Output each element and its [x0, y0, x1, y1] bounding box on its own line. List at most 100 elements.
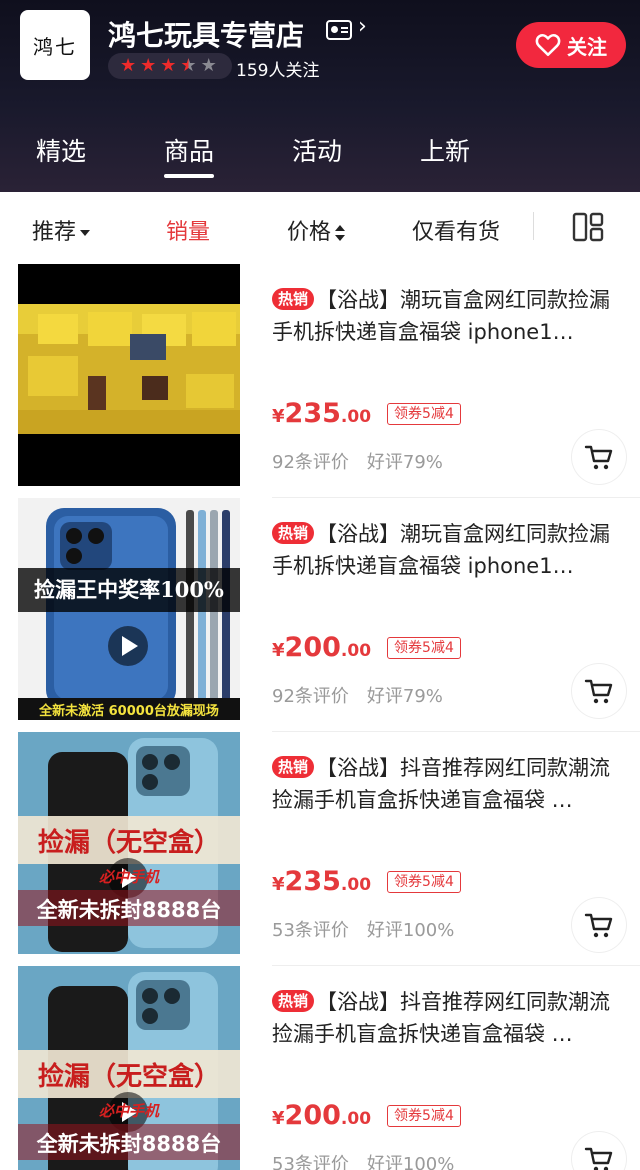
review-count: 53条评价 — [272, 920, 349, 941]
product-title-text: 【浴战】抖音推荐网红同款潮流捡漏手机盲盒拆快递盲盒福袋 … — [272, 756, 611, 812]
hot-badge: 热销 — [272, 522, 315, 544]
product-image[interactable] — [18, 264, 240, 486]
price-currency: ¥ — [272, 640, 285, 661]
star-empty-icon: ★ — [200, 55, 217, 76]
thumb-overlay-text: 全新未拆封8888台 — [36, 898, 222, 922]
thumb-overlay-text: 全新未拆封8888台 — [36, 1132, 222, 1156]
heart-icon — [535, 34, 561, 57]
chevron-right-icon[interactable]: › — [358, 14, 367, 39]
price-integer: 235 — [284, 398, 341, 429]
cart-icon — [584, 679, 613, 704]
sort-sales[interactable]: 销量 — [166, 214, 210, 246]
product-meta: 53条评价 好评100% — [272, 916, 454, 942]
sort-recommend-label: 推荐 — [32, 220, 77, 245]
price-decimal: .00 — [340, 407, 372, 427]
sort-price-label: 价格 — [287, 220, 332, 245]
product-image[interactable]: 捡漏王中奖率100% 全新未激活 60000台放漏现场 — [18, 498, 240, 720]
product-image[interactable]: 捡漏（无空盒） 必中手机 全新未拆封8888台 — [18, 966, 240, 1170]
price-decimal: .00 — [340, 1109, 372, 1129]
sort-arrows-icon — [335, 225, 346, 241]
good-rate: 好评100% — [366, 920, 455, 941]
thumb-caption: 全新未激活 60000台放漏现场 — [39, 704, 219, 719]
thumb-overlay-text: 捡漏（无空盒） — [37, 1062, 220, 1092]
product-info: 热销 【浴战】抖音推荐网红同款潮流捡漏手机盲盒拆快递盲盒福袋 … — [272, 752, 624, 816]
product-item[interactable]: 热销 【浴战】潮玩盲盒网红同款捡漏手机拆快递盲盒福袋 iphone1… ¥235.… — [0, 264, 640, 498]
sort-bar: 推荐 销量 价格 仅看有货 — [0, 192, 640, 264]
tab-products[interactable]: 商品 — [164, 132, 215, 178]
product-item[interactable]: 捡漏（无空盒） 必中手机 全新未拆封8888台 热销 【浴战】抖音推荐网红同款潮流… — [0, 966, 640, 1170]
good-rate: 好评100% — [366, 1154, 455, 1170]
product-image[interactable]: 捡漏（无空盒） 必中手机 全新未拆封8888台 — [18, 732, 240, 954]
half-star-icon: ★ — [180, 55, 197, 76]
cart-icon — [584, 445, 613, 470]
star-icon: ★ — [140, 55, 157, 76]
sort-recommend[interactable]: 推荐 — [32, 214, 91, 246]
hot-badge: 热销 — [272, 288, 315, 310]
hot-badge: 热销 — [272, 990, 315, 1012]
tab-new[interactable]: 上新 — [420, 132, 470, 168]
review-count: 53条评价 — [272, 1154, 349, 1170]
product-item[interactable]: 捡漏（无空盒） 必中手机 全新未拆封8888台 热销 【浴战】抖音推荐网红同款潮流… — [0, 732, 640, 966]
product-info: 热销 【浴战】抖音推荐网红同款潮流捡漏手机盲盒拆快递盲盒福袋 … — [272, 986, 624, 1050]
sort-price[interactable]: 价格 — [287, 214, 346, 246]
good-rate: 好评79% — [366, 452, 443, 473]
filter-in-stock[interactable]: 仅看有货 — [412, 214, 500, 246]
thumb-overlay-text: 捡漏（无空盒） — [37, 828, 220, 858]
store-tabs: 精选 商品 活动 上新 — [0, 132, 640, 182]
tab-activities[interactable]: 活动 — [292, 132, 342, 168]
hot-badge: 热销 — [272, 756, 315, 778]
follower-count: 159人关注 — [236, 61, 320, 81]
store-name[interactable]: 鸿七玩具专营店 — [108, 14, 304, 54]
store-logo[interactable]: 鸿七 — [20, 10, 90, 80]
price-decimal: .00 — [340, 641, 372, 661]
thumb-overlay-text: 捡漏王中奖率100% — [34, 577, 224, 602]
product-price: ¥200.00 — [272, 1100, 371, 1131]
product-item[interactable]: 捡漏王中奖率100% 全新未激活 60000台放漏现场 热销 【浴战】潮玩盲盒网红… — [0, 498, 640, 732]
price-integer: 200 — [284, 1100, 341, 1131]
price-row: ¥200.00 领券5减4 — [272, 1100, 461, 1131]
tab-featured[interactable]: 精选 — [36, 132, 86, 168]
coupon-badge[interactable]: 领券5减4 — [387, 403, 461, 425]
review-count: 92条评价 — [272, 452, 349, 473]
add-to-cart-button[interactable] — [572, 1132, 626, 1170]
product-title[interactable]: 热销 【浴战】抖音推荐网红同款潮流捡漏手机盲盒拆快递盲盒福袋 … — [272, 986, 624, 1050]
follow-label: 关注 — [567, 34, 607, 59]
product-title-text: 【浴战】潮玩盲盒网红同款捡漏手机拆快递盲盒福袋 iphone1… — [272, 522, 611, 578]
store-header: 鸿七 鸿七玩具专营店 › ★ ★ ★ ★ ★ 159人关注 关注 精选 商品 活… — [0, 0, 640, 192]
coupon-badge[interactable]: 领券5减4 — [387, 1105, 461, 1127]
star-icon: ★ — [160, 55, 177, 76]
product-price: ¥235.00 — [272, 398, 371, 429]
add-to-cart-button[interactable] — [572, 430, 626, 484]
thumb-overlay-text: 必中手机 — [98, 1102, 159, 1120]
caret-down-icon — [80, 230, 91, 236]
coupon-badge[interactable]: 领券5减4 — [387, 637, 461, 659]
product-price: ¥200.00 — [272, 632, 371, 663]
coupon-badge[interactable]: 领券5减4 — [387, 871, 461, 893]
product-title-text: 【浴战】抖音推荐网红同款潮流捡漏手机盲盒拆快递盲盒福袋 … — [272, 990, 611, 1046]
follow-button[interactable]: 关注 — [516, 22, 626, 68]
price-currency: ¥ — [272, 1108, 285, 1129]
price-row: ¥200.00 领券5减4 — [272, 632, 461, 663]
price-decimal: .00 — [340, 875, 372, 895]
store-rating: ★ ★ ★ ★ ★ — [108, 53, 232, 79]
add-to-cart-button[interactable] — [572, 898, 626, 952]
price-integer: 235 — [284, 866, 341, 897]
divider — [533, 212, 534, 240]
product-title[interactable]: 热销 【浴战】潮玩盲盒网红同款捡漏手机拆快递盲盒福袋 iphone1… — [272, 518, 624, 582]
review-count: 92条评价 — [272, 686, 349, 707]
store-badge-icon[interactable] — [326, 20, 352, 40]
cart-icon — [584, 1147, 613, 1170]
thumb-overlay-text: 必中手机 — [98, 868, 159, 886]
layout-toggle-icon[interactable] — [572, 212, 604, 242]
price-currency: ¥ — [272, 874, 285, 895]
cart-icon — [584, 913, 613, 938]
product-title[interactable]: 热销 【浴战】潮玩盲盒网红同款捡漏手机拆快递盲盒福袋 iphone1… — [272, 284, 624, 348]
price-row: ¥235.00 领券5减4 — [272, 866, 461, 897]
price-row: ¥235.00 领券5减4 — [272, 398, 461, 429]
product-meta: 53条评价 好评100% — [272, 1150, 454, 1170]
product-info: 热销 【浴战】潮玩盲盒网红同款捡漏手机拆快递盲盒福袋 iphone1… — [272, 284, 624, 348]
product-info: 热销 【浴战】潮玩盲盒网红同款捡漏手机拆快递盲盒福袋 iphone1… — [272, 518, 624, 582]
add-to-cart-button[interactable] — [572, 664, 626, 718]
product-title[interactable]: 热销 【浴战】抖音推荐网红同款潮流捡漏手机盲盒拆快递盲盒福袋 … — [272, 752, 624, 816]
product-price: ¥235.00 — [272, 866, 371, 897]
